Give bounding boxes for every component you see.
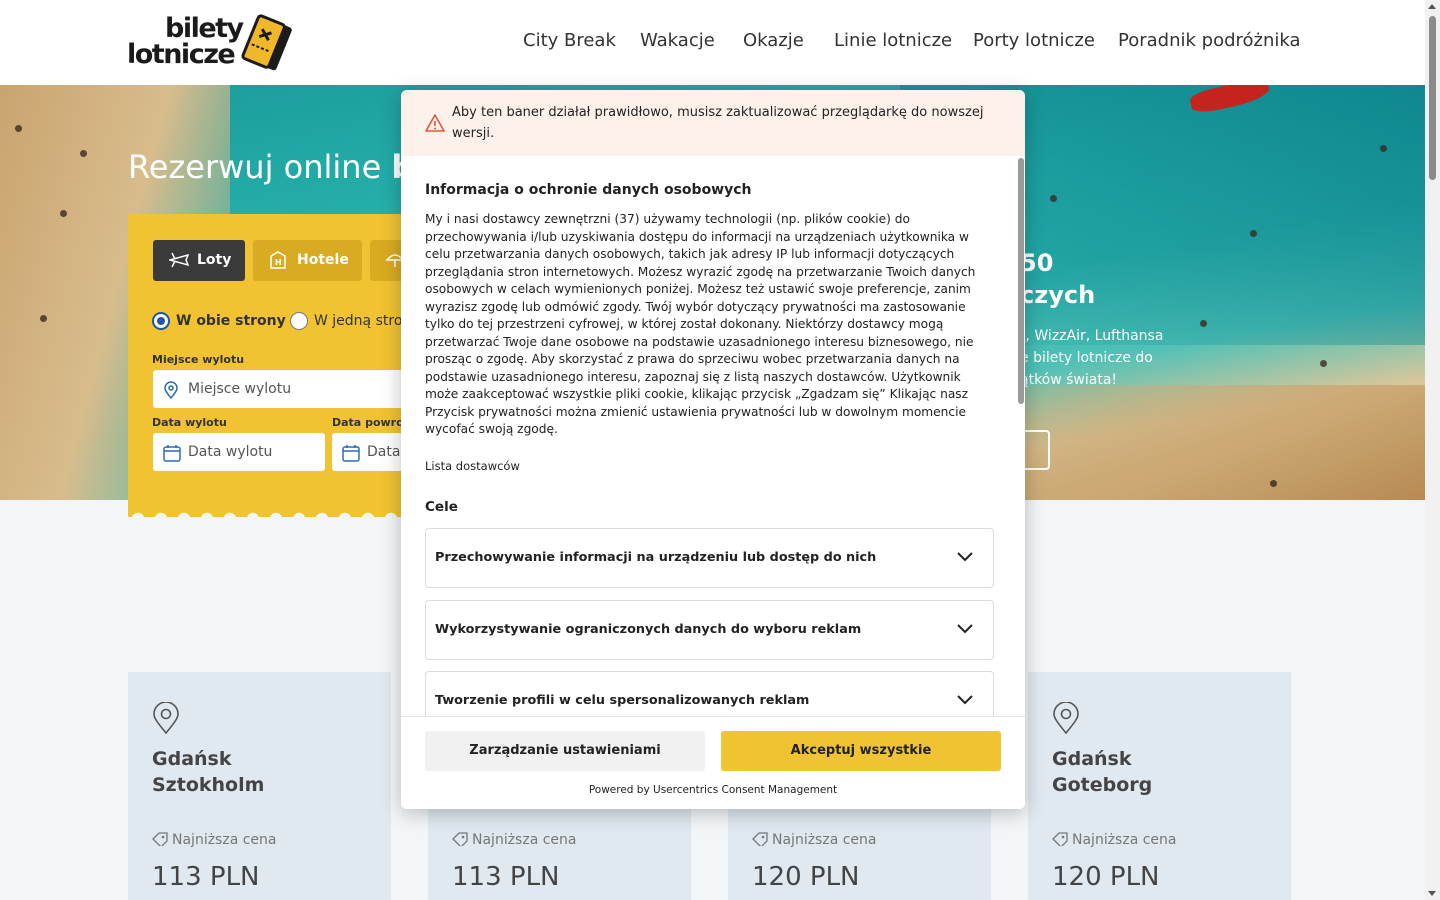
site-logo[interactable]: bilety lotnicze [127,14,302,74]
page-scrollbar[interactable] [1425,0,1440,900]
scroll-down-arrow[interactable] [1428,891,1436,896]
purpose-accordion-limited-ads[interactable]: Wykorzystywanie ograniczonych danych do … [425,600,994,660]
accept-all-button[interactable]: Akceptuj wszystkie [721,731,1001,771]
nav-poradnik[interactable]: Poradnik podróżnika [1118,28,1301,54]
browser-warning-text: Aby ten baner działał prawidłowo, musisz… [452,105,984,141]
chevron-down-icon [957,552,973,562]
logo-word-2: lotnicze [127,39,236,70]
purpose-accordion-storage[interactable]: Przechowywanie informacji na urządzeniu … [425,528,994,588]
purposes-heading: Cele [425,499,458,515]
consent-scrollbar[interactable] [1017,156,1025,716]
site-header: bilety lotnicze City Break Wakacje Okazj… [0,0,1425,85]
purpose-title: Wykorzystywanie ograniczonych danych do … [435,622,862,637]
nav-linie-lotnicze[interactable]: Linie lotnicze [834,28,952,54]
scroll-up-arrow[interactable] [1428,4,1436,9]
nav-porty-lotnicze[interactable]: Porty lotnicze [973,28,1095,54]
purpose-title: Przechowywanie informacji na urządzeniu … [435,550,877,565]
powered-by-link[interactable]: Powered by Usercentrics Consent Manageme… [401,783,1025,797]
scroll-thumb[interactable] [1429,16,1436,180]
consent-body: My i nasi dostawcy zewnętrzni (37) używa… [425,212,976,436]
consent-footer: Zarządzanie ustawieniami Akceptuj wszyst… [401,716,1025,809]
manage-settings-button[interactable]: Zarządzanie ustawieniami [425,731,705,771]
browser-warning: Aby ten baner działał prawidłowo, musisz… [401,90,1025,156]
warning-icon [425,114,445,132]
nav-city-break[interactable]: City Break [523,28,616,54]
chevron-down-icon [957,624,973,634]
nav-wakacje[interactable]: Wakacje [640,28,715,54]
chevron-down-icon [957,695,973,705]
consent-title: Informacja o ochronie danych osobowych [425,182,752,198]
vendor-list-link[interactable]: Lista dostawców [425,458,520,474]
ticket-logo-icon [241,14,292,71]
consent-scroll-thumb[interactable] [1018,158,1024,404]
consent-dialog: Aby ten baner działał prawidłowo, musisz… [401,90,1025,809]
nav-okazje[interactable]: Okazje [743,28,804,54]
